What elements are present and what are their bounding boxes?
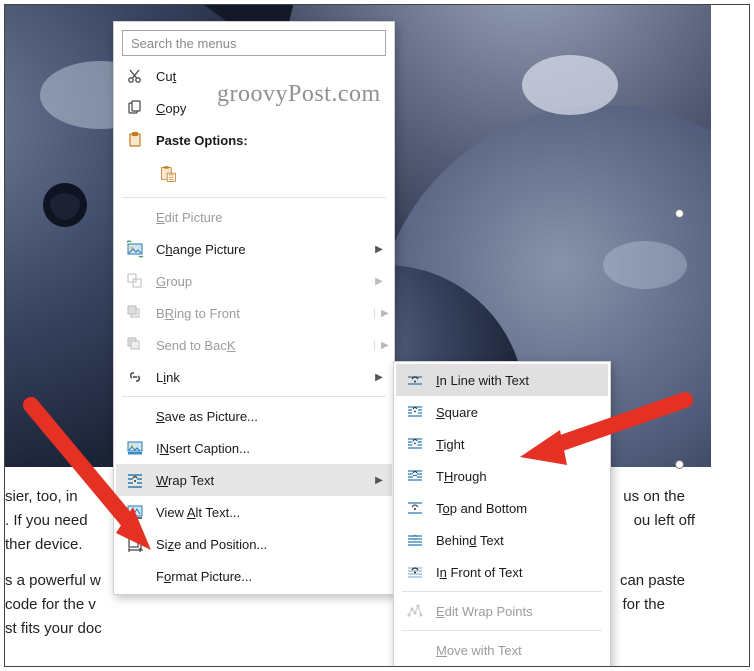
separator bbox=[122, 197, 386, 198]
selection-handle-bottom-right[interactable] bbox=[675, 460, 684, 469]
body-frag: can paste bbox=[620, 569, 685, 593]
menu-item-format-picture[interactable]: Format Picture... bbox=[116, 560, 392, 592]
chevron-right-icon: ▶ bbox=[374, 475, 384, 486]
body-frag: st fits your doc bbox=[5, 620, 102, 637]
submenu-item-tight[interactable]: Tight bbox=[396, 428, 608, 460]
body-frag: s a powerful w bbox=[5, 569, 101, 593]
submenu-item-top-bottom[interactable]: Top and Bottom bbox=[396, 492, 608, 524]
menu-label: Group bbox=[156, 274, 364, 289]
chevron-right-icon: ▶ bbox=[374, 244, 384, 255]
body-frag: us on the bbox=[623, 485, 685, 509]
chevron-right-icon: ▶ bbox=[374, 340, 384, 351]
submenu-item-through[interactable]: THrough bbox=[396, 460, 608, 492]
menu-item-edit-picture: Edit Picture bbox=[116, 201, 392, 233]
submenu-label: Edit Wrap Points bbox=[436, 604, 600, 619]
menu-label: Send to BacK bbox=[156, 338, 364, 353]
submenu-item-move-with-text: Move with Text bbox=[396, 634, 608, 666]
menu-item-view-alt-text[interactable]: View Alt Text... bbox=[116, 496, 392, 528]
menu-label: Format Picture... bbox=[156, 569, 384, 584]
blank-icon bbox=[404, 639, 426, 661]
alt-text-icon bbox=[124, 501, 146, 523]
menu-label: Paste Options: bbox=[156, 133, 384, 148]
paste-icon bbox=[124, 129, 146, 151]
menu-label: Link bbox=[156, 370, 364, 385]
menu-label: Size and Position... bbox=[156, 537, 384, 552]
submenu-label: Move with Text bbox=[436, 643, 600, 658]
body-frag: ou left off bbox=[634, 509, 695, 533]
body-frag: ther device. bbox=[5, 536, 83, 553]
link-icon bbox=[124, 366, 146, 388]
wrap-top-bottom-icon bbox=[404, 497, 426, 519]
chevron-right-icon: ▶ bbox=[374, 276, 384, 287]
menu-item-save-as-picture[interactable]: Save as Picture... bbox=[116, 400, 392, 432]
copy-icon bbox=[124, 97, 146, 119]
menu-label: BRing to Front bbox=[156, 306, 364, 321]
wrap-through-icon bbox=[404, 465, 426, 487]
paste-options-row bbox=[116, 156, 392, 194]
submenu-label: Square bbox=[436, 405, 600, 420]
submenu-label: Tight bbox=[436, 437, 600, 452]
wrap-behind-icon bbox=[404, 529, 426, 551]
menu-label: View Alt Text... bbox=[156, 505, 384, 520]
group-icon bbox=[124, 270, 146, 292]
menu-item-group: Group ▶ bbox=[116, 265, 392, 297]
cut-icon bbox=[124, 65, 146, 87]
menu-label: Edit Picture bbox=[156, 210, 384, 225]
wrap-tight-icon bbox=[404, 433, 426, 455]
menu-label: INsert Caption... bbox=[156, 441, 384, 456]
search-input[interactable]: Search the menus bbox=[122, 30, 386, 56]
body-frag: code for the v bbox=[5, 593, 96, 617]
body-frag: for the bbox=[622, 593, 665, 617]
menu-item-paste-options: Paste Options: bbox=[116, 124, 392, 156]
menu-item-link[interactable]: Link ▶ bbox=[116, 361, 392, 393]
wrap-square-icon bbox=[404, 401, 426, 423]
menu-item-wrap-text[interactable]: Wrap Text ▶ bbox=[116, 464, 392, 496]
edit-wrap-points-icon bbox=[404, 600, 426, 622]
submenu-label: Top and Bottom bbox=[436, 501, 600, 516]
separator bbox=[402, 591, 602, 592]
blank-icon bbox=[124, 405, 146, 427]
bring-front-icon bbox=[124, 302, 146, 324]
submenu-item-square[interactable]: Square bbox=[396, 396, 608, 428]
send-back-icon bbox=[124, 334, 146, 356]
submenu-label: In Front of Text bbox=[436, 565, 600, 580]
menu-item-insert-caption[interactable]: INsert Caption... bbox=[116, 432, 392, 464]
paste-option-keep-source-icon[interactable] bbox=[156, 162, 180, 189]
menu-label: Wrap Text bbox=[156, 473, 364, 488]
body-frag: . If you need bbox=[5, 509, 88, 533]
wrap-inline-icon bbox=[404, 369, 426, 391]
submenu-item-in-front[interactable]: In Front of Text bbox=[396, 556, 608, 588]
submenu-label: Behind Text bbox=[436, 533, 600, 548]
chevron-right-icon: ▶ bbox=[374, 308, 384, 319]
menu-item-send-to-back: Send to BacK ▶ bbox=[116, 329, 392, 361]
search-placeholder: Search the menus bbox=[131, 36, 237, 51]
wrap-in-front-icon bbox=[404, 561, 426, 583]
menu-item-bring-to-front: BRing to Front ▶ bbox=[116, 297, 392, 329]
submenu-label: THrough bbox=[436, 469, 600, 484]
body-frag: sier, too, in bbox=[5, 485, 78, 509]
submenu-item-behind[interactable]: Behind Text bbox=[396, 524, 608, 556]
menu-label: Change Picture bbox=[156, 242, 364, 257]
insert-caption-icon bbox=[124, 437, 146, 459]
menu-label: Save as Picture... bbox=[156, 409, 384, 424]
menu-item-size-position[interactable]: Size and Position... bbox=[116, 528, 392, 560]
separator bbox=[122, 396, 386, 397]
blank-icon bbox=[124, 206, 146, 228]
wrap-text-submenu: In Line with Text Square Tight THrough T… bbox=[393, 361, 611, 667]
menu-item-change-picture[interactable]: Change Picture ▶ bbox=[116, 233, 392, 265]
watermark-text: groovyPost.com bbox=[217, 81, 381, 108]
submenu-item-edit-wrap-points: Edit Wrap Points bbox=[396, 595, 608, 627]
submenu-item-in-line[interactable]: In Line with Text bbox=[396, 364, 608, 396]
selection-handle-mid-right[interactable] bbox=[675, 209, 684, 218]
submenu-label: In Line with Text bbox=[436, 373, 600, 388]
size-position-icon bbox=[124, 533, 146, 555]
chevron-right-icon: ▶ bbox=[374, 372, 384, 383]
wrap-text-icon bbox=[124, 469, 146, 491]
blank-icon bbox=[124, 565, 146, 587]
change-picture-icon bbox=[124, 238, 146, 260]
separator bbox=[402, 630, 602, 631]
